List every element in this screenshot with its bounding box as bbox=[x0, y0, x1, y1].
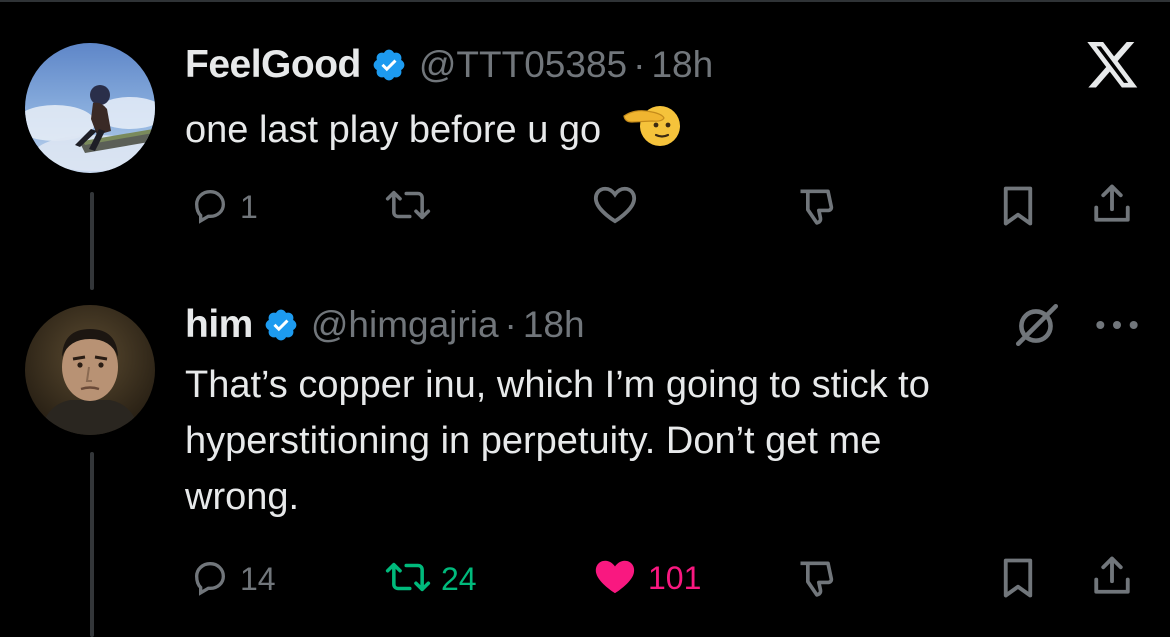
author-name[interactable]: FeelGood bbox=[185, 43, 361, 87]
tweet-header: FeelGood @TTT05385 · 18h bbox=[185, 40, 713, 90]
retweet-button[interactable]: 24 bbox=[385, 557, 477, 602]
thread-connector bbox=[90, 452, 94, 637]
retweet-icon bbox=[385, 557, 431, 602]
more-dots-icon[interactable] bbox=[1092, 310, 1142, 340]
heart-icon bbox=[592, 183, 638, 230]
share-icon bbox=[1092, 183, 1132, 230]
timestamp[interactable]: 18h bbox=[523, 304, 585, 346]
retweet-icon bbox=[385, 185, 431, 230]
tweet-text: one last play before u go bbox=[185, 98, 682, 166]
thumbs-down-icon bbox=[795, 557, 839, 604]
dislike-button[interactable] bbox=[795, 557, 839, 604]
retweet-count: 24 bbox=[441, 561, 477, 597]
tweet-text-body: one last play before u go bbox=[185, 109, 602, 152]
separator-dot: · bbox=[504, 304, 517, 345]
share-button[interactable] bbox=[1092, 183, 1132, 230]
reply-icon bbox=[190, 557, 230, 602]
like-count: 101 bbox=[648, 560, 702, 596]
tweet-text: That’s copper inu, which I’m going to st… bbox=[185, 357, 930, 525]
reply-button[interactable]: 1 bbox=[190, 185, 258, 230]
heart-icon bbox=[592, 555, 638, 602]
dislike-button[interactable] bbox=[795, 185, 839, 232]
bookmark-icon bbox=[1000, 185, 1036, 232]
tweet-header: him @himgajria · 18h bbox=[185, 300, 585, 350]
tweet-text-line: wrong. bbox=[185, 476, 300, 518]
bookmark-button[interactable] bbox=[1000, 185, 1036, 232]
avatar[interactable] bbox=[25, 43, 155, 173]
x-logo-icon[interactable] bbox=[1085, 42, 1140, 92]
top-divider bbox=[0, 0, 1170, 8]
avatar[interactable] bbox=[25, 305, 155, 435]
verified-badge-icon bbox=[263, 307, 299, 343]
separator-dot: · bbox=[633, 44, 646, 85]
thumbs-down-icon bbox=[795, 185, 839, 232]
bookmark-icon bbox=[1000, 557, 1036, 604]
timestamp[interactable]: 18h bbox=[651, 44, 713, 86]
reply-button[interactable]: 14 bbox=[190, 557, 276, 602]
verified-badge-icon bbox=[371, 47, 407, 83]
thread-connector bbox=[90, 192, 94, 290]
bookmark-button[interactable] bbox=[1000, 557, 1036, 604]
author-handle[interactable]: @TTT05385 bbox=[419, 44, 627, 86]
reply-count: 14 bbox=[240, 561, 276, 597]
saluting-face-emoji bbox=[622, 98, 682, 166]
share-icon bbox=[1092, 555, 1132, 602]
share-button[interactable] bbox=[1092, 555, 1132, 602]
like-button[interactable]: 101 bbox=[592, 555, 701, 602]
author-handle[interactable]: @himgajria bbox=[311, 304, 499, 346]
reply-count: 1 bbox=[240, 189, 258, 225]
tweet-text-line: That’s copper inu, which I’m going to st… bbox=[185, 364, 930, 406]
author-name[interactable]: him bbox=[185, 303, 253, 347]
retweet-button[interactable] bbox=[385, 185, 441, 230]
reply-icon bbox=[190, 185, 230, 230]
tweet-text-line: hyperstitioning in perpetuity. Don’t get… bbox=[185, 420, 882, 462]
grok-icon[interactable] bbox=[1012, 300, 1062, 350]
like-button[interactable] bbox=[592, 183, 638, 230]
